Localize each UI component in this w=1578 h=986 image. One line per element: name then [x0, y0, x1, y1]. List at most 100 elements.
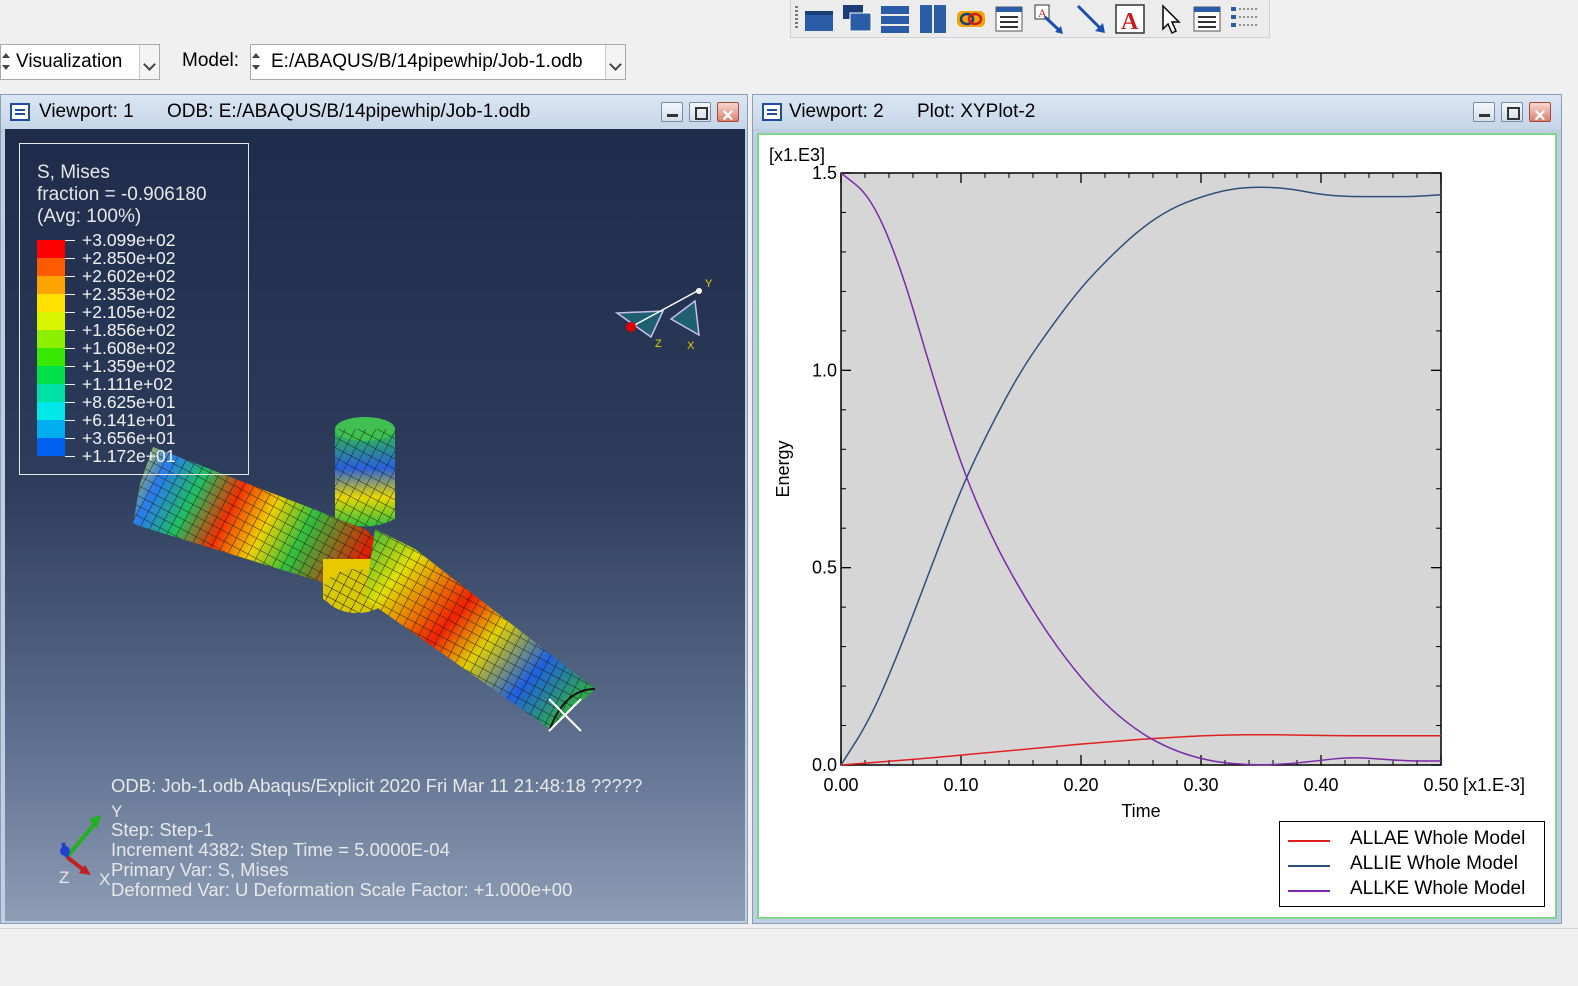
odb-info-line: ODB: Job-1.odb Abaqus/Explicit 2020 Fri … [111, 775, 643, 796]
xy-plot[interactable]: 0.00 0.10 0.20 0.30 0.40 0.500.00.51.01.5[x1.… [759, 135, 1555, 917]
text-arrow-icon[interactable]: A [1033, 3, 1065, 35]
viewport-2-plot: Plot: XYPlot-2 [917, 101, 1036, 122]
legend-level-value: +3.656e+01 [82, 428, 176, 448]
triad-x-label: X [99, 870, 110, 885]
viewport-2[interactable]: Viewport: 2 Plot: XYPlot-2 0.00 0.10 0.20 0… [752, 94, 1562, 924]
svg-text:Z: Z [655, 338, 662, 350]
legend-tick [65, 402, 75, 403]
model-label: Model: [182, 50, 240, 71]
legend-tick [65, 240, 75, 241]
x-multiplier-label: [x1.E-3] [1463, 775, 1525, 795]
x-tick-label: 0.00 [823, 775, 858, 795]
module-select[interactable]: Visualization [0, 44, 160, 80]
module-dropdown-arrow[interactable] [139, 45, 159, 79]
legend-color-band [37, 258, 65, 276]
select-pointer-icon[interactable] [1155, 3, 1187, 35]
legend-line-swatch [1288, 840, 1330, 842]
tile-viewport-icon[interactable] [803, 3, 835, 35]
legend-color-band [37, 330, 65, 348]
deformed-var-info: Deformed Var: U Deformation Scale Factor… [111, 879, 573, 900]
legend-tick [65, 366, 75, 367]
legend-level-value: +2.105e+02 [82, 302, 176, 322]
legend-line-swatch [1288, 865, 1330, 867]
close-button[interactable] [1529, 99, 1551, 133]
legend-tick [65, 294, 75, 295]
maximize-button[interactable] [689, 102, 711, 122]
minimize-button[interactable] [661, 102, 683, 122]
arrow-icon[interactable] [1075, 3, 1107, 35]
xy-plot-canvas[interactable]: 0.00 0.10 0.20 0.30 0.40 0.50 0.0 0.5 1.0 1.5 [x1.… [757, 133, 1557, 919]
minimize-button[interactable] [1473, 102, 1495, 122]
legend-color-band [37, 402, 65, 420]
legend-title: S, Mises [37, 162, 110, 183]
legend-fraction: fraction = -0.906180 [37, 184, 207, 205]
legend-level-value: +1.856e+02 [82, 320, 176, 340]
legend-average: (Avg: 100%) [37, 206, 142, 227]
y-tick-label: 1.0 [812, 360, 837, 380]
legend-tick [65, 420, 75, 421]
viewport-1-titlebar[interactable]: Viewport: 1 ODB: E:/ABAQUS/B/14pipewhip/… [1, 95, 747, 133]
legend-options-icon[interactable] [1191, 3, 1223, 35]
legend-tick [65, 456, 75, 457]
legend-color-band [37, 312, 65, 330]
viewport-annotation-icon[interactable] [993, 3, 1025, 35]
x-tick-label: 0.30 [1183, 775, 1218, 795]
viewport-1[interactable]: Viewport: 1 ODB: E:/ABAQUS/B/14pipewhip/… [0, 94, 748, 924]
cascade-viewports-icon[interactable] [841, 3, 873, 35]
viewport-menu-icon[interactable] [10, 103, 30, 121]
triad-y-label: Y [111, 802, 122, 821]
triad-z-label: Z [59, 868, 69, 885]
plot-legend-entry: ALLAE Whole Model [1288, 828, 1538, 852]
tile-horizontal-icon[interactable] [879, 3, 911, 35]
legend-color-band [37, 240, 65, 258]
legend-level-value: +1.172e+01 [82, 446, 176, 466]
legend-tick [65, 348, 75, 349]
svg-text:X: X [687, 340, 695, 352]
x-tick-label: 0.20 [1063, 775, 1098, 795]
text-annotation-icon[interactable]: A [1114, 3, 1146, 35]
module-spinner[interactable] [1, 45, 11, 79]
viewport-menu-icon[interactable] [762, 103, 782, 121]
model-select[interactable]: E:/ABAQUS/B/14pipewhip/Job-1.odb [250, 44, 626, 80]
plot-legend-entry: ALLKE Whole Model [1288, 878, 1538, 902]
legend-level-value: +3.099e+02 [82, 230, 176, 250]
legend-tick [65, 384, 75, 385]
context-bar: Visualization Model: E:/ABAQUS/B/14pipew… [0, 40, 1578, 86]
plot-area [840, 172, 1442, 766]
legend-level-value: +6.141e+01 [82, 410, 176, 430]
plot-legend[interactable]: ALLAE Whole Model ALLIE Whole Model ALLKE … [1279, 821, 1545, 907]
viewport-toolbar: A A [790, 0, 1270, 38]
x-tick-label: 0.40 [1303, 775, 1338, 795]
model-spinner[interactable] [251, 45, 261, 79]
legend-level-value: +2.353e+02 [82, 284, 176, 304]
legend-color-band [37, 420, 65, 438]
y-tick-label: 0.5 [812, 558, 837, 578]
legend-color-band [37, 438, 65, 456]
tile-vertical-icon[interactable] [917, 3, 949, 35]
viewport-2-titlebar[interactable]: Viewport: 2 Plot: XYPlot-2 [753, 95, 1561, 133]
close-button[interactable] [717, 99, 739, 133]
model-dropdown-arrow[interactable] [605, 45, 625, 79]
viewport-2-name: Viewport: 2 [789, 101, 884, 122]
maximize-button[interactable] [1501, 102, 1523, 122]
plot-legend-entry: ALLIE Whole Model [1288, 853, 1538, 877]
status-bar [0, 928, 1578, 986]
legend-level-value: +1.608e+02 [82, 338, 176, 358]
list-options-icon[interactable] [1229, 3, 1261, 35]
model-canvas[interactable]: Y Z X S, Mises fraction = -0.906180 (Avg… [5, 129, 745, 921]
svg-text:Y: Y [705, 279, 713, 290]
legend-level-value: +2.602e+02 [82, 266, 176, 286]
legend-level-value: +1.111e+02 [82, 374, 173, 394]
legend-series-name: ALLAE Whole Model [1350, 828, 1526, 849]
contour-legend[interactable]: S, Mises fraction = -0.906180 (Avg: 100%… [19, 143, 249, 475]
legend-tick [65, 312, 75, 313]
x-axis-label: Time [1121, 801, 1160, 821]
legend-tick [65, 438, 75, 439]
legend-color-band [37, 294, 65, 312]
increment-info: Increment 4382: Step Time = 5.0000E-04 [111, 839, 450, 860]
coordinate-triad-icon: Y Z X [59, 802, 122, 885]
legend-level-value: +8.625e+01 [82, 392, 176, 412]
legend-series-name: ALLKE Whole Model [1350, 878, 1526, 899]
link-viewports-icon[interactable] [955, 3, 987, 35]
toolbar-grip[interactable] [795, 6, 798, 30]
